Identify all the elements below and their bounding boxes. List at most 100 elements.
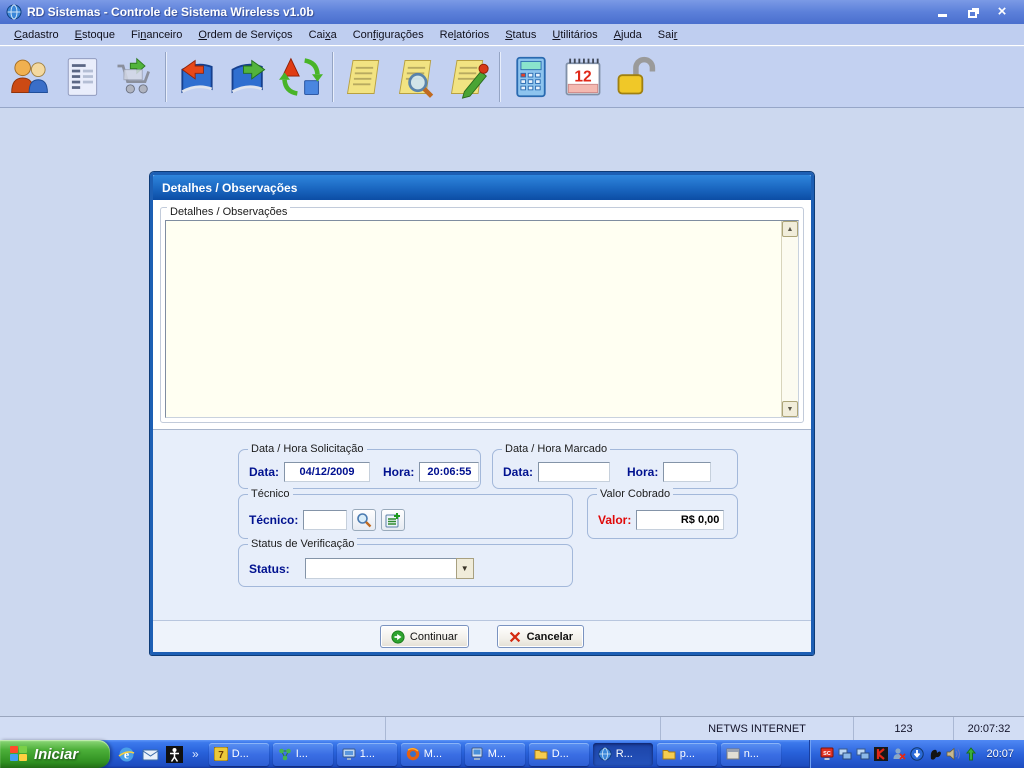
toolbar-users-button[interactable] <box>4 50 56 104</box>
desktop: RD Sistemas - Controle de Sistema Wirele… <box>0 0 1024 768</box>
statusbar-panel-3: 123 <box>854 717 954 740</box>
menu-item-sair[interactable]: Sair <box>650 26 686 44</box>
toolbar-unlock-button[interactable] <box>609 50 661 104</box>
task-button-5[interactable]: D... <box>528 742 589 766</box>
solicitacao-data-input[interactable] <box>284 462 371 482</box>
toolbar-calculator-button[interactable] <box>505 50 557 104</box>
close-button[interactable] <box>994 5 1010 19</box>
note-icon <box>346 60 380 94</box>
task-button-3[interactable]: M... <box>400 742 461 766</box>
update-icon[interactable] <box>909 747 924 762</box>
menu-item-configuracoes[interactable]: Configurações <box>345 26 432 44</box>
valor-label: Valor: <box>598 512 632 527</box>
menu-item-ajuda[interactable]: Ajuda <box>606 26 650 44</box>
upload-icon[interactable] <box>963 747 978 762</box>
svg-text:7: 7 <box>218 750 224 761</box>
dialog-title: Detalhes / Observações <box>162 180 298 195</box>
cancelar-button[interactable]: Cancelar <box>496 625 585 648</box>
menu-item-status[interactable]: Status <box>497 26 544 44</box>
tray-clock: 20:07 <box>986 748 1014 760</box>
task-button-0[interactable]: 7 D... <box>208 742 269 766</box>
accessibility-icon[interactable] <box>166 745 183 763</box>
toolbar-calendar-button[interactable]: 12 <box>557 50 609 104</box>
menu-item-utilitarios[interactable]: Utilitários <box>544 26 605 44</box>
menu-item-caixa[interactable]: Caixa <box>301 26 345 44</box>
statusbar-panel-1 <box>386 717 661 740</box>
status-combobox-value[interactable] <box>304 558 457 579</box>
marcado-hora-input[interactable] <box>663 462 712 482</box>
continuar-button[interactable]: Continuar <box>379 625 469 648</box>
ie-icon[interactable]: e <box>118 746 135 763</box>
tecnico-search-button[interactable] <box>352 508 377 531</box>
toolbar-document-button[interactable] <box>56 50 108 104</box>
task-button-6[interactable]: R... <box>592 742 653 766</box>
toolbar-cart-button[interactable] <box>108 50 160 104</box>
valor-input[interactable] <box>636 509 725 530</box>
mail-icon[interactable] <box>142 746 159 763</box>
book-next-icon <box>231 59 266 94</box>
scrollbar[interactable]: ▲ ▼ <box>781 221 798 417</box>
dialog-title-bar: Detalhes / Observações <box>153 175 811 200</box>
menu-item-financeiro[interactable]: Financeiro <box>123 26 190 44</box>
toolbar-note-edit-button[interactable] <box>442 50 494 104</box>
marcado-group: Data / Hora Marcado Data: Hora: <box>492 443 738 489</box>
computer-icon <box>470 747 484 761</box>
lan-icon[interactable] <box>855 747 870 762</box>
menu-bar: Cadastro Estoque Financeiro Ordem de Serviç… <box>0 24 1024 46</box>
details-textarea[interactable]: ▲ ▼ <box>165 220 799 418</box>
task-button-1[interactable]: I... <box>272 742 333 766</box>
tecnico-input[interactable] <box>303 509 348 530</box>
svg-text:SC: SC <box>823 751 831 757</box>
dialog-bottom-panel: Data / Hora Solicitação Data: Hora: Data… <box>153 431 811 620</box>
marcado-data-input[interactable] <box>538 462 611 482</box>
continuar-label: Continuar <box>409 630 458 643</box>
statusbar-panel-4: 20:07:32 <box>967 722 1011 735</box>
task-button-2[interactable]: 1... <box>336 742 397 766</box>
windows-flag-icon <box>10 746 28 762</box>
note-search-icon <box>398 60 434 98</box>
book-previous-icon <box>181 59 213 94</box>
task-button-4[interactable]: M... <box>464 742 525 766</box>
menu-item-estoque[interactable]: Estoque <box>67 26 123 44</box>
menu-item-cadastro[interactable]: Cadastro <box>6 26 67 44</box>
toolbar-note-search-button[interactable] <box>390 50 442 104</box>
restore-button[interactable] <box>964 5 980 19</box>
toolbar-book-previous-button[interactable] <box>171 50 223 104</box>
combo-arrow-icon[interactable]: ▼ <box>455 558 474 579</box>
menu-item-relatorios[interactable]: Relatórios <box>432 26 498 44</box>
folder-icon <box>534 747 548 761</box>
users-icon <box>11 59 48 94</box>
kaspersky-icon[interactable] <box>873 747 888 762</box>
volume-icon[interactable] <box>945 747 960 762</box>
window-icon <box>726 747 740 761</box>
detalhes-dialog: Detalhes / Observações Detalhes / Observ… <box>149 171 815 656</box>
solicitacao-hora-input[interactable] <box>419 462 480 482</box>
status-combobox[interactable]: ▼ <box>304 558 474 579</box>
start-button[interactable]: Iniciar <box>0 740 110 768</box>
menu-item-ordem-de-servicos[interactable]: Ordem de Serviços <box>190 26 300 44</box>
status-group: Status de Verificação Status: ▼ <box>238 538 573 587</box>
continue-arrow-icon <box>391 629 405 644</box>
offline-user-icon[interactable] <box>891 747 906 762</box>
task-button-label: M... <box>487 748 507 760</box>
sc-monitor-icon[interactable]: SC <box>819 747 834 762</box>
task-button-8[interactable]: n... <box>720 742 781 766</box>
scroll-down-icon[interactable]: ▼ <box>782 401 798 417</box>
task-button-7[interactable]: p... <box>656 742 717 766</box>
toolbar-sync-button[interactable] <box>275 50 327 104</box>
add-record-icon <box>385 512 401 527</box>
minimize-button[interactable] <box>934 5 950 19</box>
network-icon <box>278 747 292 761</box>
dialog-top-panel: Detalhes / Observações ▲ ▼ <box>153 200 811 430</box>
details-text[interactable] <box>166 221 781 417</box>
toolbar-note-button[interactable] <box>338 50 390 104</box>
tecnico-group: Técnico Técnico: <box>238 488 573 539</box>
toolbar-book-next-button[interactable] <box>223 50 275 104</box>
scroll-up-icon[interactable]: ▲ <box>782 221 798 237</box>
quick-launch-overflow[interactable]: » <box>190 747 201 761</box>
ink-icon[interactable] <box>927 747 942 762</box>
solicitacao-data-label: Data: <box>249 465 280 479</box>
tecnico-add-button[interactable] <box>381 508 406 531</box>
svg-text:e: e <box>124 747 130 761</box>
lan-icon[interactable] <box>837 747 852 762</box>
